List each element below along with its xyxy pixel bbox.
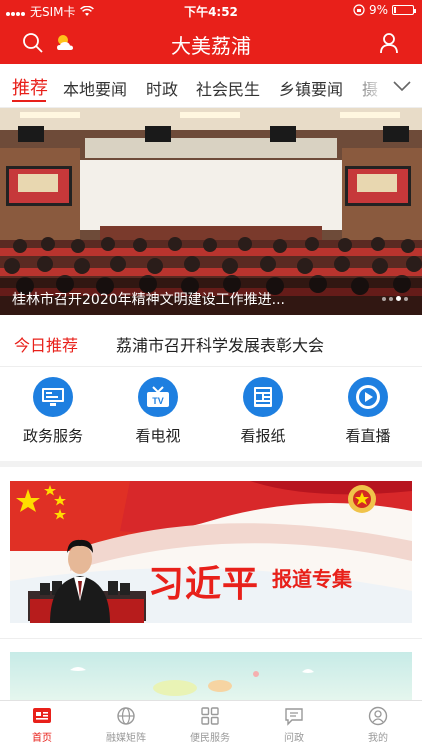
tab-local-news[interactable]: 本地要闻 [63, 76, 127, 100]
nav-label: 首页 [32, 733, 52, 744]
special-report-banner[interactable]: 习近平 报道专集 [10, 481, 412, 623]
today-headline[interactable]: 荔浦市召开科学发展表彰大会 [116, 332, 324, 356]
tab-livelihood[interactable]: 社会民生 [196, 76, 260, 100]
active-tab-indicator [12, 100, 46, 102]
tab-recommend[interactable]: 推荐 [12, 74, 48, 100]
nav-mine[interactable]: 我的 [336, 705, 420, 744]
status-bar: 无SIM卡 下午4:52 9% [0, 0, 422, 22]
play-icon [348, 377, 388, 417]
rotation-lock-icon [353, 4, 365, 16]
battery-percent: 9% [368, 3, 388, 17]
grid-icon [201, 707, 219, 725]
tab-township-news[interactable]: 乡镇要闻 [279, 76, 343, 100]
chat-icon [285, 708, 303, 726]
nav-media-matrix[interactable]: 融媒矩阵 [84, 705, 168, 744]
battery-icon [392, 5, 416, 15]
monitor-icon [33, 377, 73, 417]
headline-carousel[interactable]: 桂林市召开2020年精神文明建设工作推进... [0, 108, 422, 315]
bottom-navigation: 首页 融媒矩阵 便民服务 问政 我的 [0, 700, 422, 750]
category-tabs: 推荐 本地要闻 时政 社会民生 乡镇要闻 摄 [0, 64, 422, 108]
promo-subtitle: 报道专集 [272, 567, 352, 591]
carousel-indicator [382, 296, 408, 301]
nav-inquiry[interactable]: 问政 [252, 705, 336, 744]
section-divider [0, 638, 422, 639]
globe-icon [117, 707, 135, 725]
service-live[interactable]: 看直播 [328, 377, 408, 446]
service-tv[interactable]: TV 看电视 [118, 377, 198, 446]
nav-label: 我的 [368, 733, 388, 744]
service-newspaper[interactable]: 看报纸 [223, 377, 303, 446]
service-label: 看电视 [135, 427, 181, 445]
promo-title: 习近平 [148, 563, 260, 605]
today-recommend-bar[interactable]: 今日推荐 荔浦市召开科学发展表彰大会 [0, 315, 422, 367]
service-label: 政务服务 [22, 427, 83, 445]
profile-icon [368, 706, 388, 726]
nav-services[interactable]: 便民服务 [168, 705, 252, 744]
secondary-banner-art [70, 667, 314, 696]
meeting-photo [0, 108, 422, 315]
service-label: 看报纸 [240, 427, 286, 445]
service-label: 看直播 [345, 427, 391, 445]
service-government[interactable]: 政务服务 [13, 377, 93, 446]
nav-label: 便民服务 [190, 733, 230, 744]
app-header: 大美荔浦 [0, 22, 422, 64]
service-shortcuts: 政务服务 TV 看电视 看报纸 看直播 [0, 367, 422, 467]
svg-text:TV: TV [152, 396, 164, 406]
carousel-caption: 桂林市召开2020年精神文明建设工作推进... [12, 292, 285, 308]
newspaper-icon [243, 377, 283, 417]
nav-home[interactable]: 首页 [0, 705, 84, 744]
user-icon[interactable] [378, 32, 400, 54]
secondary-banner[interactable] [10, 652, 412, 700]
app-title: 大美荔浦 [171, 34, 251, 58]
tabs-fade [346, 64, 386, 107]
today-recommend-label: 今日推荐 [14, 336, 79, 355]
nav-label: 融媒矩阵 [106, 733, 146, 744]
chevron-down-icon[interactable] [392, 76, 412, 96]
home-icon [33, 708, 51, 723]
nav-label: 问政 [284, 733, 304, 744]
tab-politics[interactable]: 时政 [146, 76, 178, 100]
tv-icon: TV [138, 377, 178, 417]
